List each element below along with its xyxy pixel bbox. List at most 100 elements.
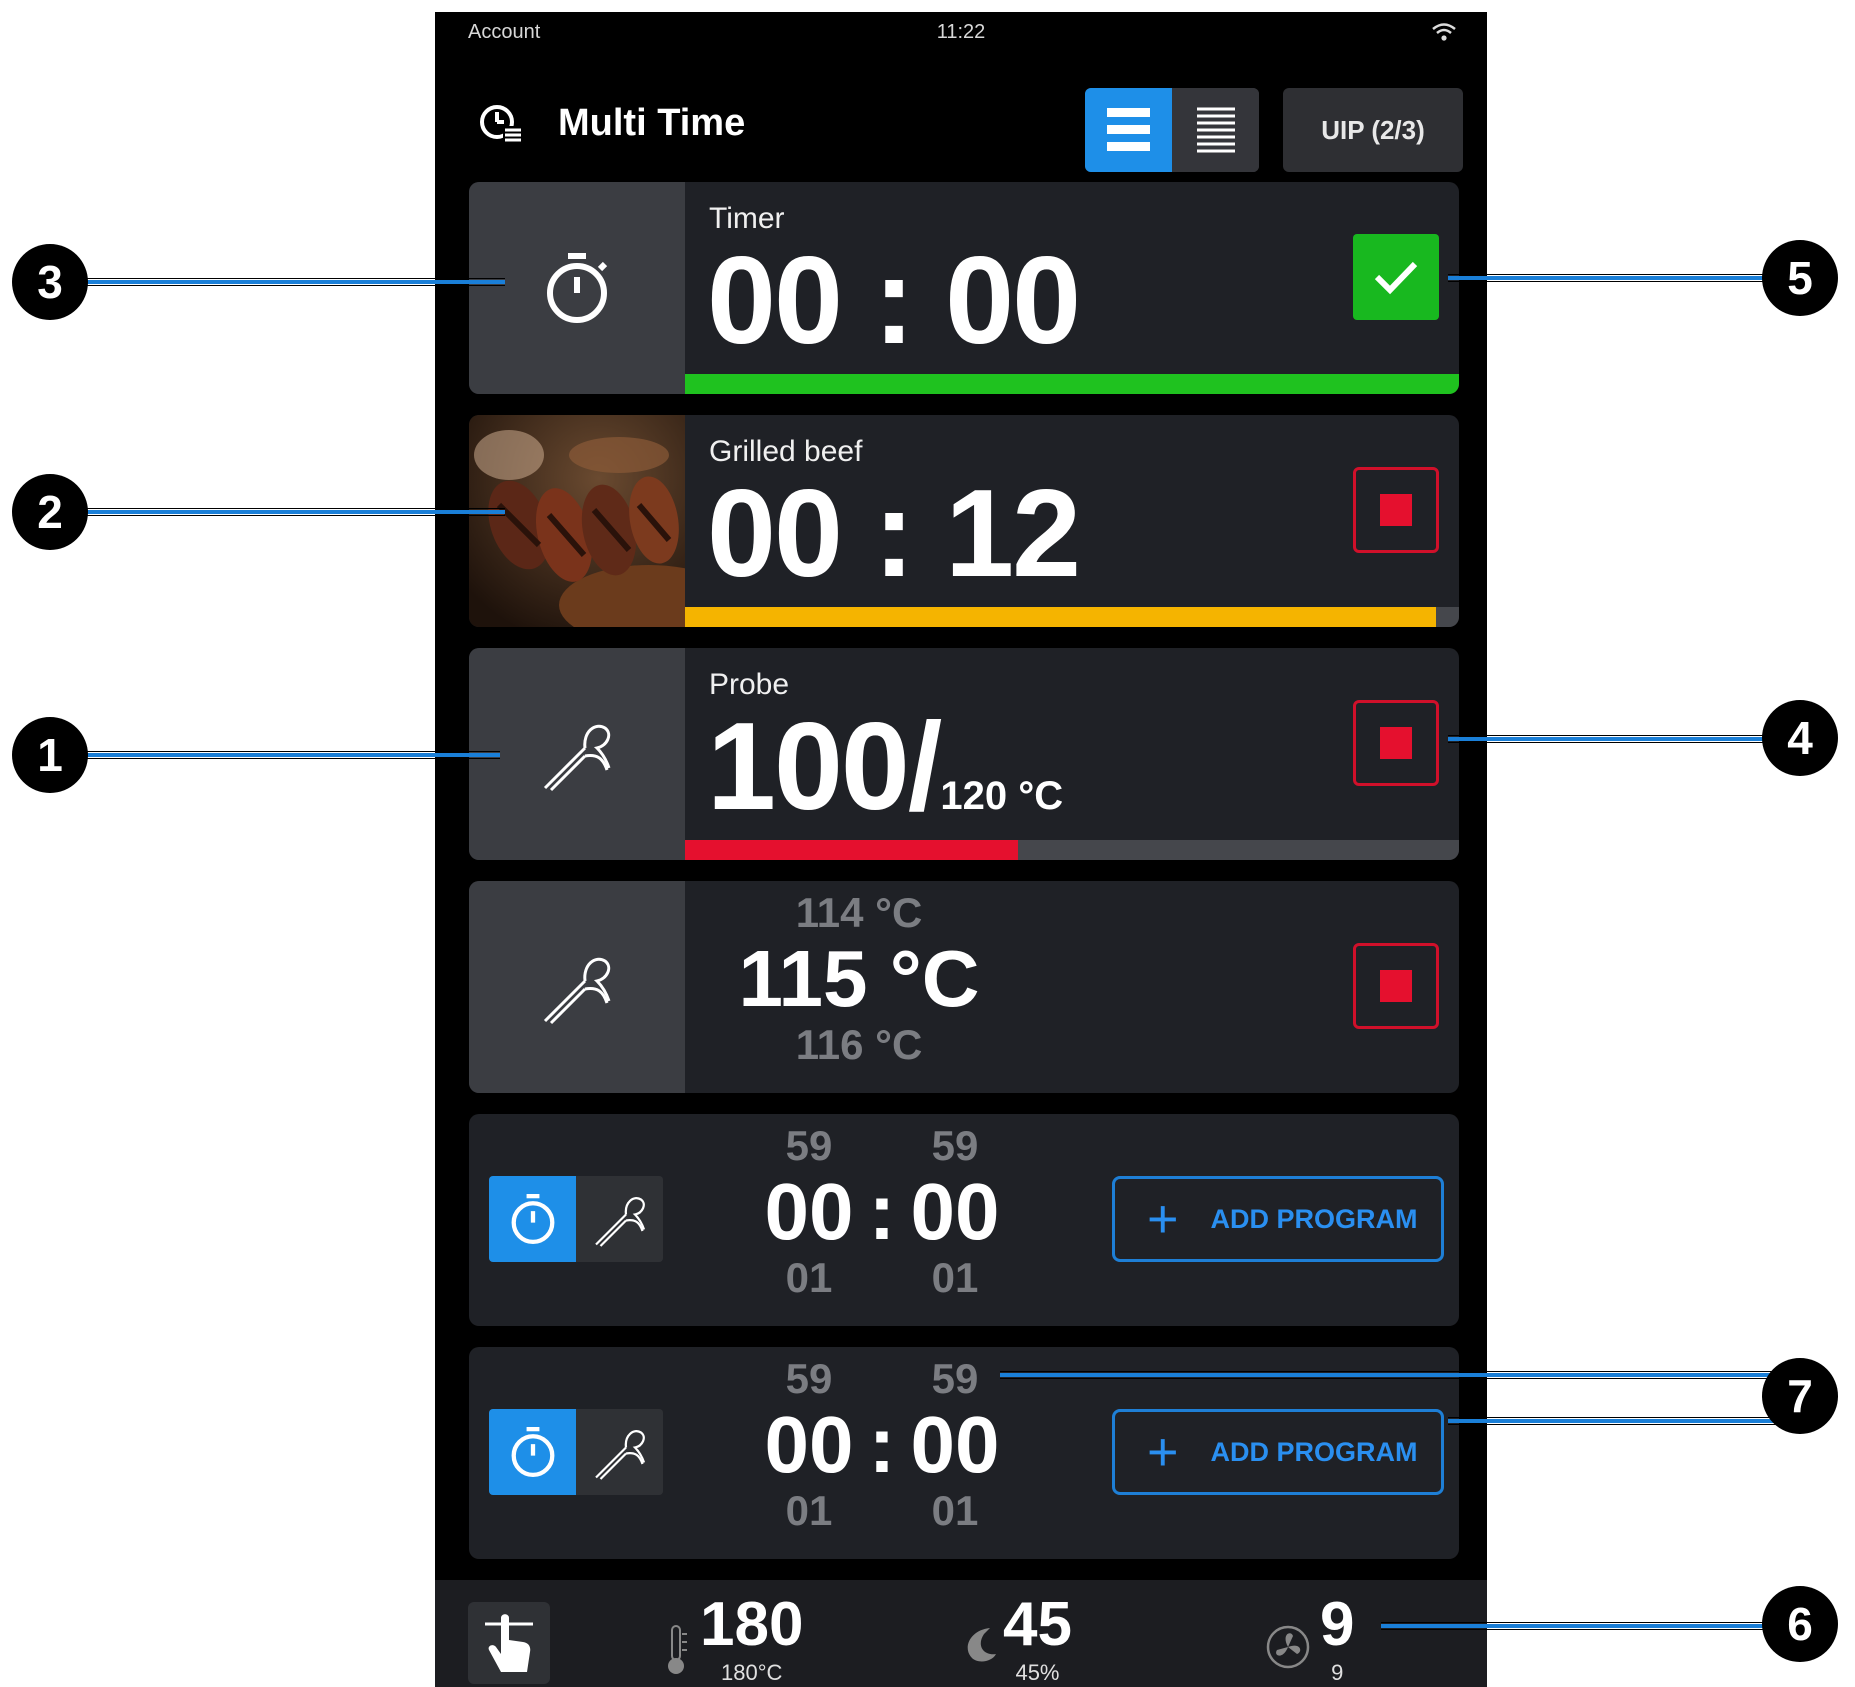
uip-button[interactable]: UIP (2/3) [1283, 88, 1463, 172]
stop-icon [1380, 494, 1412, 526]
add-program-label: ADD PROGRAM [1210, 1436, 1418, 1467]
compact-list-view-icon [1197, 107, 1235, 153]
minutes-value: 00 [764, 1167, 854, 1256]
timer-card[interactable]: Timer 00 : 00 [469, 182, 1459, 394]
stopwatch-icon [547, 253, 608, 323]
probe-temp-above: 114 °C [795, 889, 923, 936]
minutes-roller[interactable]: 59 00 01 [759, 1355, 859, 1535]
seconds-roller[interactable]: 59 00 01 [905, 1355, 1005, 1535]
add-program-label: ADD PROGRAM [1210, 1203, 1418, 1234]
timer-mode-button[interactable] [489, 1409, 576, 1495]
probe-temp-below: 116 °C [795, 1021, 923, 1068]
program-type-toggle [489, 1176, 663, 1262]
touch-button[interactable] [468, 1602, 550, 1684]
device-screen: Account 11:22 Multi Time UIP (2/3) Timer… [435, 12, 1487, 1687]
callout-4-leader [1448, 735, 1808, 743]
probe-value: 100/ [707, 698, 942, 836]
status-bar: Account 11:22 [435, 12, 1487, 56]
seconds-below: 01 [931, 1487, 979, 1534]
probe-card[interactable]: Probe 100/120 °C [469, 648, 1459, 860]
timer-label: Timer [709, 202, 785, 235]
probe-label: Probe [709, 668, 790, 701]
new-program-card[interactable]: 59 00 01 : 59 00 01 + ADD PROGRAM [469, 1114, 1459, 1326]
status-time: 11:22 [936, 21, 986, 43]
probe-progress-fill [685, 840, 1018, 860]
seconds-value: 00 [910, 1400, 1000, 1489]
minutes-below: 01 [785, 1487, 833, 1534]
minutes-value: 00 [764, 1400, 854, 1489]
stopwatch-icon [511, 1427, 554, 1477]
callout-2-leader [52, 508, 505, 516]
callout-2: 2 [12, 474, 88, 550]
probe-card-icon-area [469, 648, 685, 860]
fan-set: 9 [1331, 1660, 1344, 1685]
temperature-set: 180°C [721, 1660, 783, 1685]
thermometer-icon [668, 1625, 687, 1674]
fan-readout[interactable]: 9 9 [1320, 1594, 1354, 1686]
fan-value: 9 [1320, 1590, 1355, 1659]
callout-5: 5 [1762, 240, 1838, 316]
page-title: Multi Time [558, 102, 746, 144]
timer-mode-button[interactable] [489, 1176, 576, 1262]
program-type-toggle [489, 1409, 663, 1495]
touch-icon [485, 1614, 533, 1672]
probe-mode-button[interactable] [576, 1176, 663, 1262]
fan-icon [1266, 1625, 1310, 1669]
grilled-beef-time: 00 : 12 [707, 465, 1081, 603]
stop-button[interactable] [1353, 700, 1439, 786]
callout-7-leader-b [1448, 1417, 1798, 1425]
view-toggle [1085, 88, 1259, 172]
callout-7: 7 [1762, 1358, 1838, 1434]
probe-temp-value: 115 °C [738, 934, 980, 1023]
probe-icon [594, 1197, 645, 1247]
probe-temp-roller[interactable]: 114 °C 115 °C 116 °C [729, 889, 989, 1069]
minutes-roller[interactable]: 59 00 01 [759, 1122, 859, 1302]
probe-mode-button[interactable] [576, 1409, 663, 1495]
seconds-roller[interactable]: 59 00 01 [905, 1122, 1005, 1302]
humidity-readout[interactable]: 45 45% [1003, 1594, 1072, 1686]
stop-icon [1380, 970, 1412, 1002]
compact-list-view-button[interactable] [1172, 88, 1259, 172]
check-icon [1374, 261, 1418, 295]
time-separator: : [868, 1400, 896, 1489]
grilled-beef-image [469, 415, 685, 627]
temperature-readout[interactable]: 180 180°C [700, 1594, 803, 1686]
timer-card-icon-area [469, 182, 685, 394]
callout-5-leader [1448, 274, 1808, 282]
humidity-value: 45 [1003, 1590, 1072, 1659]
list-view-icon [1107, 108, 1150, 151]
seconds-above: 59 [931, 1355, 979, 1402]
seconds-below: 01 [931, 1254, 979, 1301]
probe-setting-card[interactable]: 114 °C 115 °C 116 °C [469, 881, 1459, 1093]
probe-icon [594, 1430, 645, 1480]
timer-time: 00 : 00 [707, 232, 1081, 370]
grilled-beef-label: Grilled beef [709, 435, 863, 468]
stop-button[interactable] [1353, 467, 1439, 553]
stage: Account 11:22 Multi Time UIP (2/3) Timer… [0, 0, 1855, 1687]
humidity-icon [967, 1628, 996, 1662]
add-program-button[interactable]: + ADD PROGRAM [1112, 1176, 1444, 1262]
stop-button[interactable] [1353, 943, 1439, 1029]
multi-time-icon [480, 105, 521, 144]
seconds-value: 00 [910, 1167, 1000, 1256]
stopwatch-icon [511, 1194, 554, 1244]
callout-1-leader [52, 751, 500, 759]
plus-icon: + [1147, 1422, 1179, 1482]
add-program-button[interactable]: + ADD PROGRAM [1112, 1409, 1444, 1495]
confirm-button[interactable] [1353, 234, 1439, 320]
probe-reading: 100/120 °C [707, 702, 1063, 832]
list-view-button[interactable] [1085, 88, 1172, 172]
seconds-above: 59 [931, 1122, 979, 1169]
probe-setting-icon-area [469, 881, 685, 1093]
minutes-above: 59 [785, 1122, 833, 1169]
plus-icon: + [1147, 1189, 1179, 1249]
callout-3-leader [52, 278, 505, 286]
callout-6: 6 [1762, 1586, 1838, 1662]
stop-icon [1380, 727, 1412, 759]
callout-1: 1 [12, 717, 88, 793]
grilled-beef-progress-fill [685, 607, 1436, 627]
grilled-beef-card[interactable]: Grilled beef 00 : 12 [469, 415, 1459, 627]
temperature-value: 180 [700, 1590, 804, 1659]
humidity-set: 45% [1015, 1660, 1060, 1685]
probe-icon [543, 957, 611, 1025]
